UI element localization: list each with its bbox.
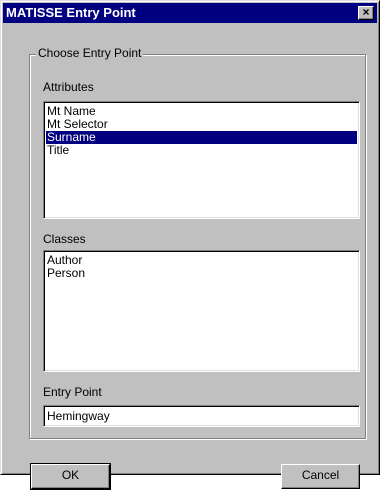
ok-button[interactable]: OK	[30, 463, 111, 490]
classes-list[interactable]: Author Person	[43, 250, 360, 372]
group-title: Choose Entry Point	[36, 46, 144, 60]
window-title: MATISSE Entry Point	[6, 5, 136, 20]
class-item-person[interactable]: Person	[46, 267, 357, 280]
close-icon[interactable]: ×	[358, 6, 374, 20]
classes-label: Classes	[43, 232, 86, 246]
attributes-list[interactable]: Mt Name Mt Selector Surname Title	[43, 101, 360, 219]
cancel-button[interactable]: Cancel	[281, 464, 360, 489]
title-bar[interactable]: MATISSE Entry Point ×	[3, 3, 377, 23]
attribute-item-surname[interactable]: Surname	[46, 131, 357, 144]
attributes-label: Attributes	[43, 80, 94, 94]
entry-point-field[interactable]: Hemingway	[43, 405, 360, 427]
attribute-item-title[interactable]: Title	[46, 144, 357, 157]
class-item-author[interactable]: Author	[46, 254, 357, 267]
entry-point-label: Entry Point	[43, 385, 102, 399]
